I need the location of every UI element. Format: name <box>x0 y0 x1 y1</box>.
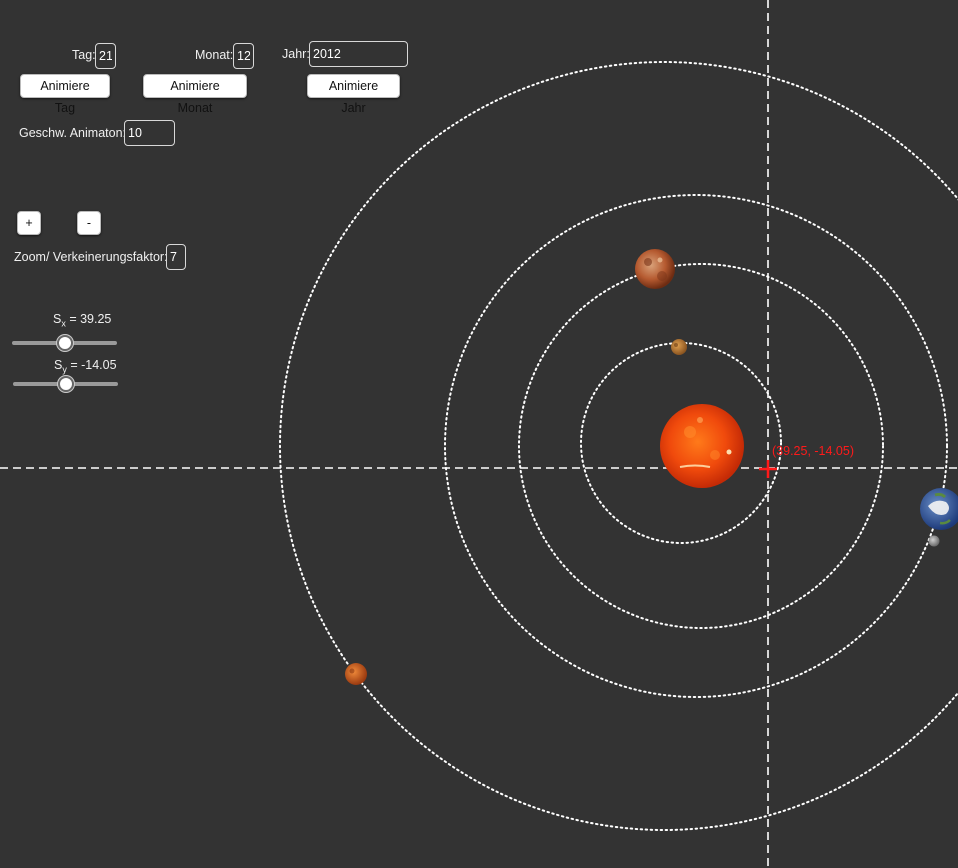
zoom-factor-label: Zoom/ Verkeinerungsfaktor: <box>14 250 168 264</box>
slider-sy-thumb[interactable] <box>58 376 74 392</box>
earth-icon <box>920 488 958 530</box>
animate-month-button[interactable]: Animiere Monat <box>143 74 247 115</box>
zoom-in-button[interactable]: + <box>17 211 41 235</box>
month-label: Monat: <box>195 48 234 62</box>
slider-sx-thumb[interactable] <box>57 335 73 351</box>
speed-input[interactable] <box>124 120 175 146</box>
animate-day-button[interactable]: Animiere Tag <box>20 74 110 115</box>
sun-icon <box>660 404 744 488</box>
year-label: Jahr: <box>282 47 310 61</box>
mars-icon <box>345 663 367 685</box>
speed-label: Geschw. Animaton: <box>19 126 127 140</box>
slider-sx-label: Sx = 39.25 <box>53 312 112 329</box>
point-s-label: (39.25, -14.05) <box>772 444 854 458</box>
mars-orbit <box>279 61 958 831</box>
mercury-icon <box>671 339 687 355</box>
zoom-out-button[interactable]: - <box>77 211 101 235</box>
day-input[interactable] <box>95 43 116 69</box>
slider-sy-label: Sy = -14.05 <box>54 358 117 375</box>
zoom-factor-input[interactable] <box>166 244 186 270</box>
venus-icon <box>635 249 675 289</box>
point-s-marker[interactable] <box>759 460 777 478</box>
animate-year-button[interactable]: Animiere Jahr <box>307 74 400 115</box>
year-input[interactable] <box>309 41 408 67</box>
day-label: Tag: <box>72 48 96 62</box>
month-input[interactable] <box>233 43 254 69</box>
moon-icon <box>928 535 940 547</box>
